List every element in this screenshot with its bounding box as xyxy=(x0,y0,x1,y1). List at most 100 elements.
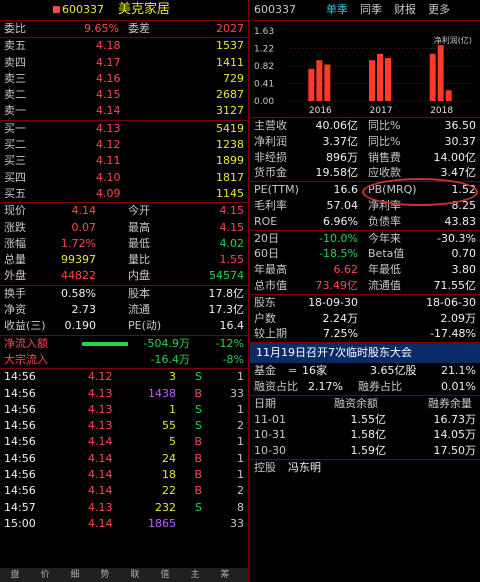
sell-orders: 卖五 4.18 1537 卖四 4.17 1411 卖三 4.16 729 卖二 4.15 2687 卖… xyxy=(0,38,248,119)
fin-row-label: 销售费 xyxy=(368,150,401,164)
tab-single-quarter[interactable]: 单季 xyxy=(326,0,348,20)
stock-code: 600337 xyxy=(62,3,104,16)
fin-row-value: 14.00亿 xyxy=(433,150,477,164)
quote-value: 4.14 xyxy=(71,204,97,218)
sell-row[interactable]: 卖二 4.15 2687 xyxy=(0,87,248,103)
margin-row: 11-01 1.55亿 16.73万 xyxy=(250,412,480,428)
tick-row[interactable]: 15:00 4.14 1865 33 xyxy=(0,516,248,532)
flow-percent: -8% xyxy=(222,352,244,366)
finance-stats: 换手 0.58% 股本 17.8亿 净资 2.73 流通 17.3亿 收益(三) 0.190 PE(… xyxy=(0,286,248,335)
val-row-value: 6.96% xyxy=(323,214,358,228)
footer-tab[interactable]: 势 xyxy=(90,568,120,582)
tick-row[interactable]: 14:56 4.13 1438 B 33 xyxy=(0,386,248,402)
tab-report[interactable]: 财报 xyxy=(394,0,416,20)
tab-more[interactable]: 更多 xyxy=(428,0,450,20)
right-code: 600337 xyxy=(254,3,296,16)
tick-time: 15:00 xyxy=(4,516,36,530)
quote-label: 最高 xyxy=(128,220,150,234)
tick-price: 4.14 xyxy=(88,451,113,465)
tab-same-quarter[interactable]: 同季 xyxy=(360,0,382,20)
flow-value: -504.9万 xyxy=(143,336,190,350)
perf-row-label: 60日 xyxy=(254,247,279,261)
col-header: 融资余额 xyxy=(334,396,378,410)
footer-tabs: 盘价细势联值主筹 xyxy=(0,568,248,582)
tick-row[interactable]: 14:56 4.12 3 S 1 xyxy=(0,369,248,385)
perf-row-value: 6.62 xyxy=(333,263,359,277)
buy-row[interactable]: 买五 4.09 1145 xyxy=(0,186,248,202)
perf-row-label: 流通值 xyxy=(368,278,401,292)
notice-bar[interactable]: 11月19日召开7次临时股东大会 xyxy=(250,343,480,364)
buy-volume: 1899 xyxy=(216,154,244,168)
footer-tab[interactable]: 值 xyxy=(150,568,180,582)
buy-row[interactable]: 买一 4.13 5419 xyxy=(0,121,248,137)
fin-row-value: 3.37亿 xyxy=(322,134,359,148)
bar xyxy=(324,64,331,101)
footer-tab[interactable]: 主 xyxy=(180,568,210,582)
weicha-value: 2027 xyxy=(216,22,244,35)
tick-row[interactable]: 14:56 4.14 22 B 2 xyxy=(0,483,248,499)
fin-row: 净利润 3.37亿 同比% 30.37 xyxy=(250,134,480,150)
x-tick-label: 2017 xyxy=(370,106,393,116)
sell-row[interactable]: 卖五 4.18 1537 xyxy=(0,38,248,54)
footer-tab[interactable]: 筹 xyxy=(210,568,240,582)
buy-label: 买四 xyxy=(4,170,26,184)
quote-label: 今开 xyxy=(128,204,150,218)
tick-price: 4.14 xyxy=(88,435,113,449)
buy-row[interactable]: 买三 4.11 1899 xyxy=(0,153,248,169)
perf-row-label: 今年来 xyxy=(368,231,401,245)
tick-time: 14:56 xyxy=(4,386,36,400)
sell-volume: 1411 xyxy=(216,55,244,69)
y-tick-label: 0.00 xyxy=(254,97,274,107)
sell-row[interactable]: 卖三 4.16 729 xyxy=(0,71,248,87)
tick-row[interactable]: 14:56 4.13 1 S 1 xyxy=(0,402,248,418)
finance-row: 换手 0.58% 股本 17.8亿 xyxy=(0,286,248,302)
flow-value: -16.4万 xyxy=(150,352,190,366)
fin-row-value: 19.58亿 xyxy=(315,166,359,180)
footer-tab[interactable]: 价 xyxy=(30,568,60,582)
buy-label: 买五 xyxy=(4,186,26,200)
tick-count: 1 xyxy=(237,402,244,416)
perf-row-label: Beta值 xyxy=(368,247,405,261)
quote-row: 现价 4.14 今开 4.15 xyxy=(0,203,248,219)
finance-value: 2.73 xyxy=(71,303,97,317)
tick-row[interactable]: 14:57 4.13 232 S 8 xyxy=(0,500,248,516)
sell-volume: 1537 xyxy=(216,39,244,53)
finance-value: 0.58% xyxy=(61,286,96,300)
finance-label: 流通 xyxy=(128,303,150,317)
x-tick-label: 2016 xyxy=(309,106,332,116)
val-row-value: 57.04 xyxy=(326,198,359,212)
holder-row: 户数 2.24万 2.09万 xyxy=(250,311,480,327)
tick-time: 14:56 xyxy=(4,468,36,482)
footer-tab[interactable]: 盘 xyxy=(0,568,30,582)
tick-row[interactable]: 14:56 4.14 18 B 1 xyxy=(0,467,248,483)
sell-price: 4.15 xyxy=(96,88,121,102)
quote-value: 1.72% xyxy=(61,236,96,250)
tick-side: B xyxy=(194,451,202,465)
bar xyxy=(437,45,444,101)
buy-row[interactable]: 买四 4.10 1817 xyxy=(0,170,248,186)
sell-row[interactable]: 卖四 4.17 1411 xyxy=(0,55,248,71)
footer-tab[interactable]: 联 xyxy=(120,568,150,582)
tick-list[interactable]: 14:56 4.12 3 S 1 14:56 4.13 1438 B 33 14:56 4.13 1 S 1… xyxy=(0,369,248,532)
col-header: 日期 xyxy=(254,396,276,410)
tick-volume: 1865 xyxy=(148,516,176,530)
quote-label: 总量 xyxy=(4,253,26,267)
flow-row: 净流入额 -504.9万 -12% xyxy=(0,336,248,352)
stock-header: ■ 600337 美克家居 xyxy=(0,0,248,21)
buy-row[interactable]: 买二 4.12 1238 xyxy=(0,137,248,153)
tick-side: B xyxy=(194,484,202,498)
tick-volume: 22 xyxy=(162,484,176,498)
buy-label: 买三 xyxy=(4,154,26,168)
sell-row[interactable]: 卖一 4.14 3127 xyxy=(0,103,248,119)
stock-name[interactable]: 美克家居 xyxy=(118,0,170,20)
tick-row[interactable]: 14:56 4.14 24 B 1 xyxy=(0,451,248,467)
finance-label: 股本 xyxy=(128,286,150,300)
sell-price: 4.16 xyxy=(96,71,121,85)
tick-row[interactable]: 14:56 4.14 5 B 1 xyxy=(0,434,248,450)
footer-tab[interactable]: 细 xyxy=(60,568,90,582)
controller-row: 控股 冯东明 xyxy=(254,460,321,474)
financial-rows: 主营收 40.06亿 同比% 36.50 净利润 3.37亿 同比% 30.37 非经损 896万… xyxy=(250,118,480,181)
fin-row-value: 30.37 xyxy=(444,134,477,148)
tick-row[interactable]: 14:56 4.13 55 S 2 xyxy=(0,418,248,434)
margin-row: 10-31 1.58亿 14.05万 xyxy=(250,427,480,443)
